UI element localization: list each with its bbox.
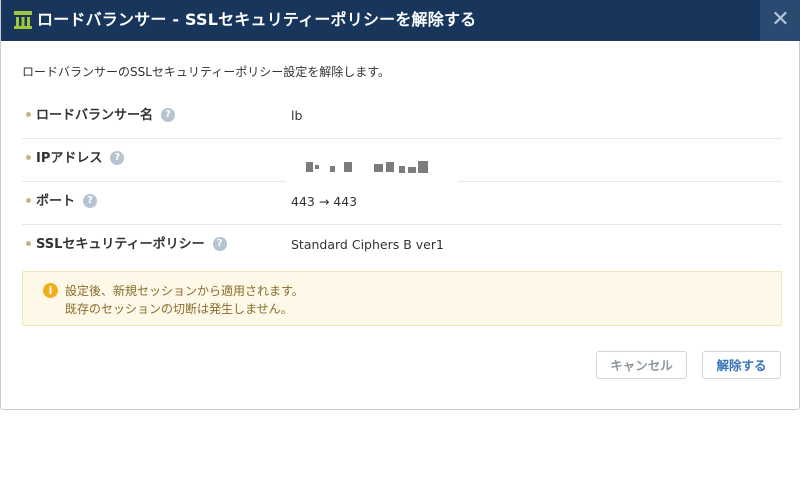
load-balancer-icon: [14, 11, 32, 29]
bullet-dot: [26, 241, 31, 246]
field-value: Standard Ciphers B ver1: [291, 237, 444, 252]
info-icon: i: [43, 283, 58, 298]
bullet-dot: [26, 198, 31, 203]
help-icon[interactable]: ?: [161, 107, 176, 122]
cancel-button[interactable]: キャンセル: [596, 351, 687, 379]
field-label: ロードバランサー名: [36, 108, 154, 123]
field-label: ポート: [36, 194, 76, 209]
dialog-description: ロードバランサーのSSLセキュリティーポリシー設定を解除します。: [22, 65, 391, 79]
notice-line: 設定後、新規セッションから適用されます。: [65, 284, 304, 298]
bullet-dot: [26, 155, 31, 160]
release-ssl-policy-dialog: ロードバランサー - SSLセキュリティーポリシーを解除する ✕ ロードバランサ…: [0, 0, 800, 410]
field-value: lb: [291, 108, 303, 123]
help-icon[interactable]: ?: [83, 193, 98, 208]
field-row-load-balancer-name: ロードバランサー名? lb: [22, 95, 782, 139]
close-icon[interactable]: ✕: [760, 0, 800, 41]
field-row-ssl-policy: SSLセキュリティーポリシー? Standard Ciphers B ver1: [22, 224, 782, 267]
dialog-title: ロードバランサー - SSLセキュリティーポリシーを解除する: [37, 10, 477, 29]
field-label: IPアドレス: [36, 151, 103, 166]
help-icon[interactable]: ?: [212, 236, 227, 251]
field-label: SSLセキュリティーポリシー: [36, 237, 205, 252]
release-button[interactable]: 解除する: [702, 351, 781, 379]
bullet-dot: [26, 112, 31, 117]
notice-line: 既存のセッションの切断は発生しません。: [65, 302, 293, 316]
notice-box: i 設定後、新規セッションから適用されます。 既存のセッションの切断は発生しませ…: [22, 271, 782, 326]
field-value: 443 → 443: [291, 194, 358, 209]
dialog-header: ロードバランサー - SSLセキュリティーポリシーを解除する ✕: [1, 0, 800, 41]
field-row-port: ポート? 443 → 443: [22, 181, 782, 225]
help-icon[interactable]: ?: [110, 150, 125, 165]
